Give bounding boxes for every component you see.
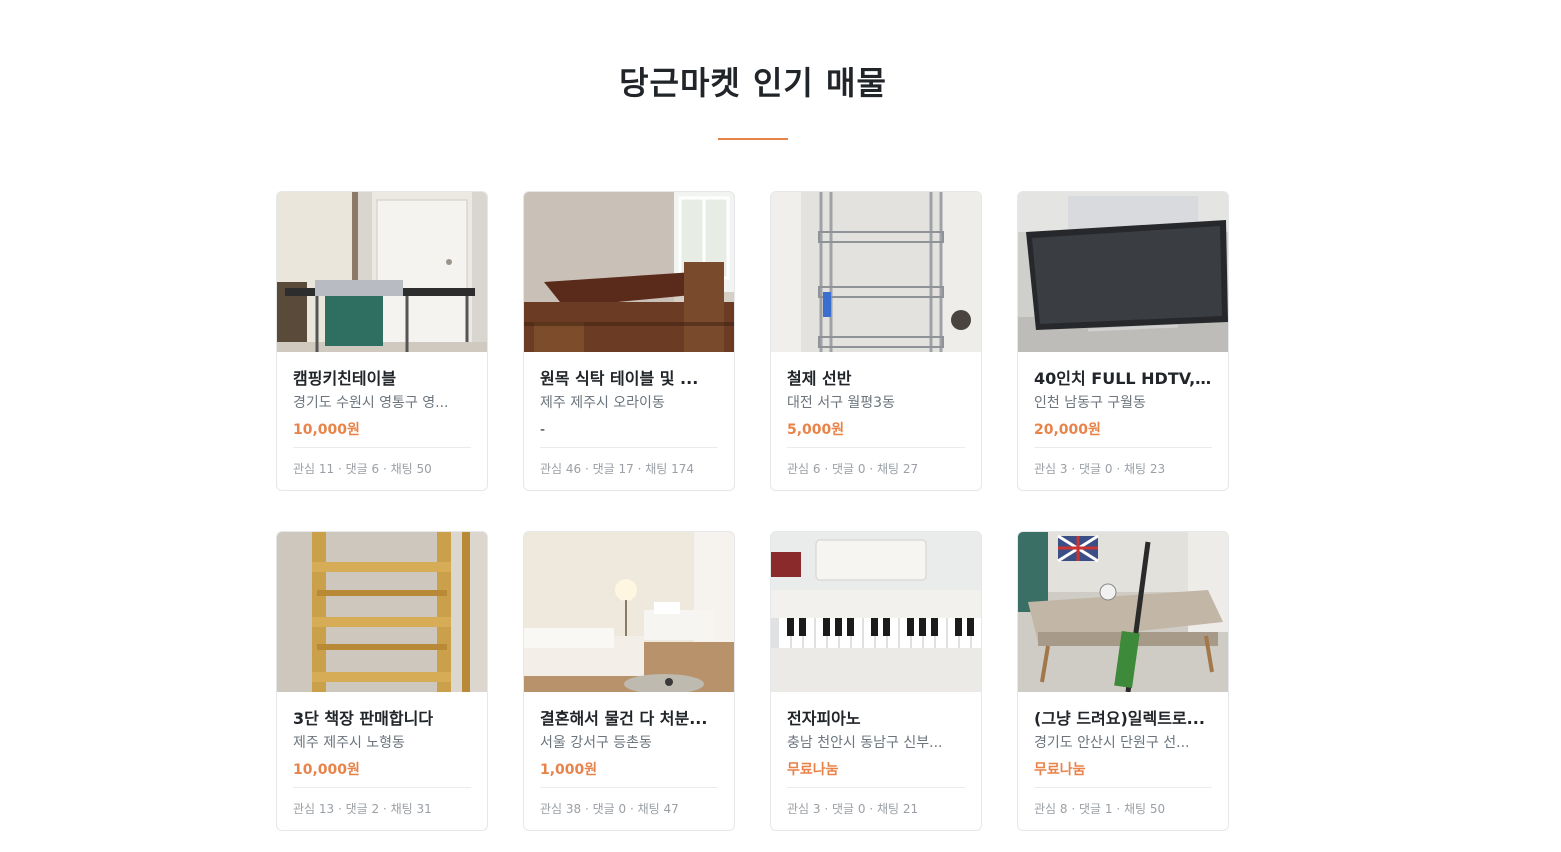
steel-shelf-photo	[771, 192, 981, 352]
camping-kitchen-table-photo	[277, 192, 487, 352]
product-region: 대전 서구 월평3동	[787, 395, 895, 411]
product-title: (그냥 드려요)일렉트로...	[1034, 709, 1205, 728]
product-card[interactable]: 결혼해서 물건 다 처분... 서울 강서구 등촌동 1,000원 관심 38 …	[523, 531, 735, 831]
product-counts: 관심 38 · 댓글 0 · 채팅 47	[540, 802, 679, 816]
card-divider	[293, 787, 471, 788]
card-divider	[787, 787, 965, 788]
product-price: 1,000원	[540, 762, 598, 778]
card-divider	[540, 447, 718, 448]
product-counts: 관심 3 · 댓글 0 · 채팅 23	[1034, 462, 1166, 476]
product-region: 서울 강서구 등촌동	[540, 735, 652, 751]
product-card[interactable]: 전자피아노 충남 천안시 동남구 신부... 무료나눔 관심 3 · 댓글 0 …	[770, 531, 982, 831]
card-divider	[787, 447, 965, 448]
product-card[interactable]: 3단 책장 판매합니다 제주 제주시 노형동 10,000원 관심 13 · 댓…	[276, 531, 488, 831]
product-card[interactable]: (그냥 드려요)일렉트로... 경기도 안산시 단원구 선... 무료나눔 관심…	[1017, 531, 1229, 831]
product-grid: 캠핑키친테이블 경기도 수원시 영통구 영... 10,000원 관심 11 ·…	[276, 191, 1230, 831]
digital-piano-photo	[771, 532, 981, 692]
product-title: 철제 선반	[787, 369, 852, 388]
product-card[interactable]: 캠핑키친테이블 경기도 수원시 영통구 영... 10,000원 관심 11 ·…	[276, 191, 488, 491]
product-counts: 관심 46 · 댓글 17 · 채팅 174	[540, 462, 695, 476]
product-counts: 관심 11 · 댓글 6 · 채팅 50	[293, 462, 432, 476]
tv-photo	[1018, 192, 1228, 352]
product-card[interactable]: 40인치 FULL HDTV, N... 인천 남동구 구월동 20,000원 …	[1017, 191, 1229, 491]
product-title: 40인치 FULL HDTV, N...	[1034, 369, 1212, 388]
product-title: 원목 식탁 테이블 및 ...	[540, 369, 699, 388]
vacuum-table-photo	[1018, 532, 1228, 692]
card-divider	[1034, 787, 1212, 788]
product-price: 무료나눔	[1034, 762, 1086, 778]
product-counts: 관심 13 · 댓글 2 · 채팅 31	[293, 802, 432, 816]
wooden-dining-table-photo	[524, 192, 734, 352]
product-price: 무료나눔	[787, 762, 839, 778]
section-title: 당근마켓 인기 매물	[619, 64, 887, 102]
product-counts: 관심 8 · 댓글 1 · 채팅 50	[1034, 802, 1166, 816]
product-region: 경기도 수원시 영통구 영...	[293, 395, 449, 411]
bookshelf-photo	[277, 532, 487, 692]
card-divider	[293, 447, 471, 448]
product-region: 인천 남동구 구월동	[1034, 395, 1146, 411]
product-counts: 관심 3 · 댓글 0 · 채팅 21	[787, 802, 919, 816]
product-title: 캠핑키친테이블	[293, 369, 397, 388]
product-title: 전자피아노	[787, 709, 861, 728]
product-price: 10,000원	[293, 762, 360, 778]
product-price: 10,000원	[293, 422, 360, 438]
product-counts: 관심 6 · 댓글 0 · 채팅 27	[787, 462, 919, 476]
product-region: 충남 천안시 동남구 신부...	[787, 735, 943, 751]
product-card[interactable]: 원목 식탁 테이블 및 ... 제주 제주시 오라이동 - 관심 46 · 댓글…	[523, 191, 735, 491]
product-card[interactable]: 철제 선반 대전 서구 월평3동 5,000원 관심 6 · 댓글 0 · 채팅…	[770, 191, 982, 491]
product-region: 경기도 안산시 단원구 선...	[1034, 735, 1190, 751]
product-title: 3단 책장 판매합니다	[293, 709, 434, 728]
living-room-sofa-photo	[524, 532, 734, 692]
title-divider	[718, 138, 788, 140]
product-region: 제주 제주시 노형동	[293, 735, 405, 751]
card-divider	[540, 787, 718, 788]
product-price: 5,000원	[787, 422, 845, 438]
product-price: -	[540, 422, 546, 438]
product-title: 결혼해서 물건 다 처분...	[540, 709, 708, 728]
product-region: 제주 제주시 오라이동	[540, 395, 665, 411]
product-price: 20,000원	[1034, 422, 1101, 438]
card-divider	[1034, 447, 1212, 448]
